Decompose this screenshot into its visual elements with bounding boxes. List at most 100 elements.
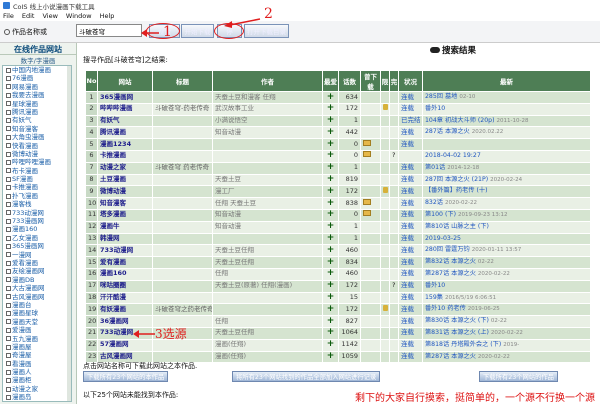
favorite-add-icon[interactable]: +: [327, 175, 335, 184]
cell-site[interactable]: 733动漫网: [97, 244, 153, 258]
sidebar-item[interactable]: 一漫网: [3, 251, 71, 259]
cell-site[interactable]: 腾讯漫画: [97, 126, 153, 140]
checkbox[interactable]: [6, 386, 11, 392]
table-row[interactable]: 1 365漫画网 天蚕土豆和漫客 任翔 +634 连载 285回 墓地 02-10: [85, 91, 591, 104]
checkbox[interactable]: [6, 361, 11, 367]
latest-chapter[interactable]: 第810话 山脉之主 (下): [425, 223, 489, 230]
sidebar-item[interactable]: 365漫画网: [3, 242, 71, 250]
cell-lat[interactable]: 287话 本源之火 2020.02.22: [422, 126, 591, 140]
latest-chapter[interactable]: 第100 (下): [425, 211, 456, 218]
cell-lat[interactable]: 番外10: [422, 279, 591, 293]
table-row[interactable]: 15 爱有漫画 天蚕土豆任翔 +834 连载 第832话 本源之火 02-22: [85, 256, 591, 269]
column-header[interactable]: 最爱: [322, 70, 339, 92]
sidebar-item[interactable]: 微博动漫: [3, 150, 71, 158]
checkbox[interactable]: [6, 235, 11, 241]
sidebar-item[interactable]: 漫画DB: [3, 276, 71, 284]
sidebar-item[interactable]: 漫画柜: [3, 376, 71, 384]
table-row[interactable]: 7 动漫之家 斗破苍穹 药老传奇 +1 连载 第01话 2014-12-18: [85, 161, 591, 175]
cell-site[interactable]: 漫画1234: [97, 138, 153, 151]
table-row[interactable]: 9 微博动漫 漫工厂 +172 连载 【番外篇】药老传 (十): [85, 185, 591, 199]
favorite-add-icon[interactable]: +: [327, 187, 335, 196]
download-all-sites-button[interactable]: 下载所有23个网站的作品: [479, 371, 558, 382]
checkbox[interactable]: [6, 319, 11, 325]
latest-chapter[interactable]: 2019-03-25: [425, 235, 461, 242]
sidebar-item[interactable]: 漫画人: [3, 368, 71, 376]
checkbox[interactable]: [6, 311, 11, 317]
cell-lat[interactable]: 287回 本源之火 (21P) 2020-02-24: [422, 173, 591, 187]
favorite-add-icon[interactable]: +: [327, 199, 335, 208]
cell-lat[interactable]: 104章 初战大斗师 (20p) 2011-10-28: [422, 114, 591, 128]
latest-chapter[interactable]: 第832话 本源之火: [425, 258, 476, 265]
checkbox[interactable]: [6, 277, 11, 283]
checkbox[interactable]: [6, 394, 11, 400]
favorite-add-icon[interactable]: +: [327, 269, 335, 278]
favorite-add-icon[interactable]: +: [327, 317, 335, 326]
checkbox[interactable]: [6, 218, 11, 224]
search-input[interactable]: [76, 24, 142, 37]
cell-lat[interactable]: 第831话 本源之火 (上) 2020-02-22: [422, 326, 591, 340]
table-row[interactable]: 12 漫画牛 知音动漫 +1 连载 第810话 山脉之主 (下): [85, 220, 591, 234]
folder-icon[interactable]: [363, 139, 371, 146]
sidebar-item[interactable]: 爱看漫画: [3, 259, 71, 267]
sidebar-item[interactable]: 大角虫漫画: [3, 133, 71, 141]
sidebar-item[interactable]: 快看漫画: [3, 142, 71, 150]
cell-lat[interactable]: 【番外篇】药老传 (十): [422, 185, 591, 199]
sidebar-item[interactable]: 腾讯漫画: [3, 108, 71, 116]
latest-chapter[interactable]: 番外10: [425, 282, 445, 289]
sidebar-item[interactable]: 漫客栈: [3, 200, 71, 208]
latest-chapter[interactable]: 第831话 本源之火 (上): [425, 329, 489, 336]
latest-chapter[interactable]: 2018-04-02 19:27: [425, 152, 481, 159]
table-row[interactable]: 6 卡推漫画 +0? 2018-04-02 19:27: [85, 149, 591, 163]
sidebar-item[interactable]: 76漫画: [3, 74, 71, 82]
cell-site[interactable]: 汗汗酷漫: [97, 291, 153, 305]
column-header[interactable]: 话数: [338, 70, 361, 92]
latest-chapter[interactable]: 番外10: [425, 105, 445, 112]
cell-lat[interactable]: 第818话 丹塔殿外会之 (下) 2019-: [422, 338, 591, 352]
favorite-add-icon[interactable]: +: [327, 92, 335, 101]
checkbox[interactable]: [6, 227, 11, 233]
favorite-add-icon[interactable]: +: [327, 281, 335, 290]
checkbox[interactable]: [6, 327, 11, 333]
checkbox[interactable]: [6, 369, 11, 375]
cell-site[interactable]: 有妖气: [97, 114, 153, 128]
checkbox[interactable]: [6, 101, 11, 107]
column-header[interactable]: 状况: [398, 70, 423, 92]
cell-site[interactable]: 365漫画网: [97, 91, 153, 104]
menu-view[interactable]: View: [42, 12, 57, 20]
checkbox[interactable]: [6, 67, 11, 73]
menu-edit[interactable]: Edit: [22, 12, 35, 20]
sidebar-item[interactable]: 我要去漫画: [3, 91, 71, 99]
checkbox[interactable]: [6, 176, 11, 182]
cell-lat[interactable]: 第100 (下) 2019-09-23 13:12: [422, 208, 591, 222]
menu-help[interactable]: Help: [100, 12, 115, 20]
folder-icon[interactable]: [363, 210, 371, 217]
table-row[interactable]: 3 有妖气 小满说悟空 +1 已完结 104章 初战大斗师 (20p) 2011-10-28: [85, 114, 591, 128]
checkbox[interactable]: [6, 243, 11, 249]
checkbox[interactable]: [6, 269, 11, 275]
table-row[interactable]: 2 哔哔哔漫画 斗破苍穹-药老传奇 武汉故事工业 +172 连载 番外10: [85, 102, 591, 116]
latest-chapter[interactable]: 285回 墓地: [425, 93, 457, 100]
start-download-button[interactable]: 开始下载: [181, 24, 214, 38]
sidebar-item[interactable]: 奇漫屋: [3, 351, 71, 359]
sidebar-item[interactable]: 古风漫画网: [3, 293, 71, 301]
sidebar-item[interactable]: 动漫之家: [3, 385, 71, 393]
cell-lat[interactable]: 2019-03-25: [422, 232, 591, 246]
folder-icon[interactable]: [363, 198, 371, 205]
table-row[interactable]: 17 咪咕圈圈 天蚕土豆(原著) 任翔(漫画) +172? 连载 番外10: [85, 279, 591, 293]
sidebar-item[interactable]: 漫画160: [3, 225, 71, 233]
checkbox[interactable]: [6, 352, 11, 358]
cell-site[interactable]: 卡推漫画: [97, 149, 153, 163]
favorite-add-icon[interactable]: +: [327, 140, 335, 149]
favorite-add-icon[interactable]: +: [327, 246, 335, 255]
checkbox[interactable]: [6, 193, 11, 199]
cell-lat[interactable]: 第832话 本源之火 02-22: [422, 256, 591, 269]
sidebar-item[interactable]: 哔哩哔哩漫画: [3, 158, 71, 166]
cell-site[interactable]: 动漫之家: [97, 161, 153, 175]
cell-lat[interactable]: 第287话 本源之火 2020-02-22: [422, 350, 591, 364]
latest-chapter[interactable]: 番外10 药老传: [425, 305, 466, 312]
cell-site[interactable]: 57漫画网: [97, 338, 153, 352]
sidebar-item[interactable]: 漫画星球: [3, 309, 71, 317]
sidebar-item[interactable]: 友绘漫画网: [3, 267, 71, 275]
cell-lat[interactable]: 159集 2016/5/19 6:06:51: [422, 291, 591, 305]
site-list[interactable]: 中国内地漫画 76漫画 网易漫画 我要去漫画 星球漫画 腾讯漫画 有妖气 知音漫客 大角虫漫画快…: [2, 65, 72, 402]
